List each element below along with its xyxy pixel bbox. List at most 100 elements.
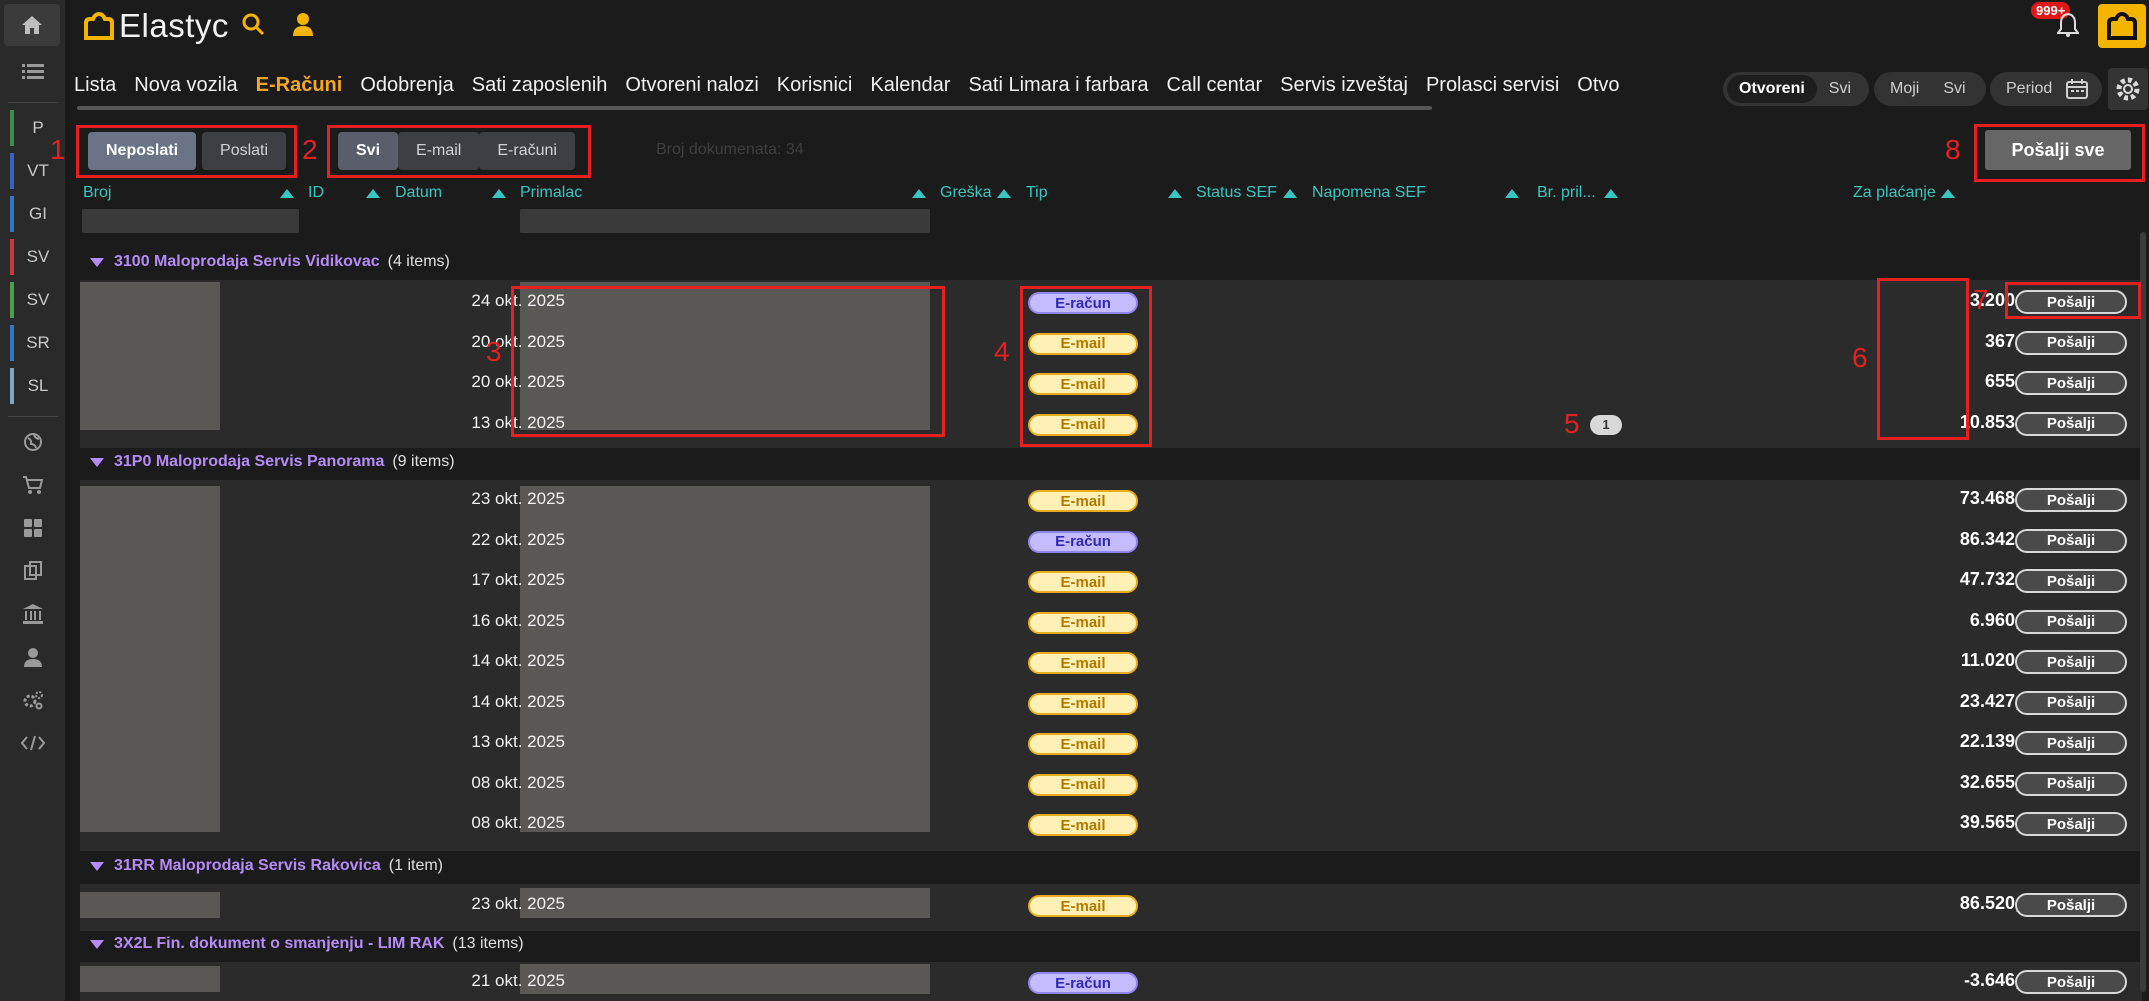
group-header[interactable]: 31RR Maloprodaja Servis Rakovica (1 item) [80, 848, 2142, 884]
status-filter-all[interactable]: Svi [1817, 75, 1863, 103]
module-gi-2[interactable]: GI [10, 196, 62, 232]
send-button[interactable]: Pošalji [2015, 411, 2127, 436]
nav-item-11[interactable]: Prolasci servisi [1417, 74, 1568, 97]
sort-sef-note-icon[interactable] [1505, 189, 1519, 198]
sort-number-icon[interactable] [280, 189, 294, 198]
sort-recipient-icon[interactable] [912, 189, 926, 198]
nav-item-6[interactable]: Korisnici [768, 74, 862, 97]
sort-sef-status-icon[interactable] [1283, 189, 1297, 198]
table-row[interactable]: 13 okt. 2025 E-mail 22.139,63 Pošalji [80, 723, 2142, 763]
table-row[interactable]: 08 okt. 2025 E-mail 39.565,00 Pošalji [80, 804, 2142, 844]
caret-down-icon[interactable] [90, 257, 104, 267]
col-error[interactable]: Greška [940, 184, 992, 202]
nav-item-5[interactable]: Otvoreni nalozi [616, 74, 767, 97]
col-attachments[interactable]: Br. pril... [1537, 184, 1596, 202]
table-row[interactable]: 08 okt. 2025 E-mail 32.655,00 Pošalji [80, 764, 2142, 804]
type-einvoice-button[interactable]: E-računi [479, 132, 575, 170]
recipient-filter-input[interactable] [520, 209, 930, 233]
send-button[interactable]: Pošalji [2015, 528, 2127, 553]
table-row[interactable]: 22 okt. 2025 E-račun 86.342,93 Pošalji [80, 521, 2142, 561]
nav-item-3[interactable]: Odobrenja [351, 74, 462, 97]
nav-scrollbar[interactable] [77, 106, 1432, 110]
search-button[interactable] [241, 12, 265, 41]
table-row[interactable]: 20 okt. 2025 E-mail 655,38 Pošalji [80, 363, 2142, 403]
col-type[interactable]: Tip [1026, 184, 1048, 202]
send-button[interactable]: Pošalji [2015, 893, 2127, 917]
home-button[interactable] [4, 4, 60, 46]
send-button[interactable]: Pošalji [2015, 970, 2127, 994]
caret-down-icon[interactable] [90, 457, 104, 467]
caret-down-icon[interactable] [90, 861, 104, 871]
unsent-button[interactable]: Neposlati [88, 132, 197, 170]
col-sef-status[interactable]: Status SEF [1196, 184, 1277, 202]
col-amount[interactable]: Za plaćanje [1853, 184, 1936, 202]
module-sl-6[interactable]: SL [10, 368, 62, 404]
number-filter-input[interactable] [82, 209, 299, 233]
owner-filter-mine[interactable]: Moji [1878, 75, 1931, 103]
notifications-button[interactable] [2056, 12, 2080, 43]
nav-item-1[interactable]: Nova vozila [125, 74, 246, 97]
col-number[interactable]: Broj [83, 184, 111, 202]
code-nav[interactable] [0, 723, 65, 763]
table-row[interactable]: 23 okt. 2025 E-mail 73.468,39 Pošalji [80, 480, 2142, 520]
sort-id-icon[interactable] [366, 189, 380, 198]
send-button[interactable]: Pošalji [2015, 371, 2127, 395]
send-button[interactable]: Pošalji [2015, 330, 2127, 355]
status-filter-open[interactable]: Otvoreni [1727, 75, 1817, 103]
col-recipient[interactable]: Primalac [520, 184, 582, 202]
table-row[interactable]: 13 okt. 2025 E-mail 10.853,65 Pošalji 1 [80, 404, 2142, 444]
table-row[interactable]: 21 okt. 2025 E-račun -3.646,48 Pošalji [80, 962, 2142, 1001]
owner-filter-all[interactable]: Svi [1931, 75, 1977, 103]
sort-attachments-icon[interactable] [1604, 189, 1618, 198]
table-row[interactable]: 24 okt. 2025 E-račun 3.200,30 Pošalji [80, 282, 2142, 322]
sort-error-icon[interactable] [997, 189, 1011, 198]
type-email-button[interactable]: E-mail [398, 132, 480, 170]
group-header[interactable]: 31P0 Maloprodaja Servis Panorama (9 items… [80, 444, 2142, 480]
module-sv-4[interactable]: SV [10, 282, 62, 318]
nav-item-10[interactable]: Servis izveštaj [1271, 74, 1417, 97]
send-button[interactable]: Pošalji [2015, 650, 2127, 674]
brand-menu-button[interactable] [2098, 4, 2146, 48]
nav-item-9[interactable]: Call centar [1158, 74, 1272, 97]
nav-item-8[interactable]: Sati Limara i farbara [959, 74, 1157, 97]
send-button[interactable]: Pošalji [2015, 290, 2127, 314]
documents-nav[interactable] [0, 551, 65, 591]
sort-date-icon[interactable] [492, 189, 506, 198]
table-row[interactable]: 20 okt. 2025 E-mail 367,57 Pošalji [80, 323, 2142, 363]
col-id[interactable]: ID [308, 184, 324, 202]
send-button[interactable]: Pošalji [2015, 488, 2127, 512]
nav-item-12[interactable]: Otvo [1568, 74, 1628, 97]
attachment-count-badge[interactable]: 1 [1590, 414, 1622, 435]
globe-nav[interactable] [0, 422, 65, 462]
nav-item-0[interactable]: Lista [65, 74, 125, 97]
module-sv-3[interactable]: SV [10, 239, 62, 275]
type-all-button[interactable]: Svi [338, 132, 399, 170]
col-date[interactable]: Datum [395, 184, 442, 202]
caret-down-icon[interactable] [90, 939, 104, 949]
send-button[interactable]: Pošalji [2015, 609, 2127, 634]
settings-button[interactable] [2108, 68, 2148, 110]
table-row[interactable]: 17 okt. 2025 E-mail 47.732,50 Pošalji [80, 561, 2142, 601]
send-all-button[interactable]: Pošalji sve [1985, 130, 2131, 170]
sent-button[interactable]: Poslati [202, 132, 287, 170]
table-scrollbar[interactable] [2140, 232, 2146, 992]
app-logo[interactable]: Elastyc [83, 6, 229, 46]
nav-item-7[interactable]: Kalendar [861, 74, 959, 97]
user-nav[interactable] [0, 637, 65, 677]
sort-type-icon[interactable] [1168, 189, 1182, 198]
sort-amount-icon[interactable] [1941, 189, 1955, 198]
group-header[interactable]: 3X2L Fin. dokument o smanjenju - LIM RAK… [80, 926, 2142, 962]
bank-nav[interactable] [0, 594, 65, 634]
table-row[interactable]: 14 okt. 2025 E-mail 11.020,01 Pošalji [80, 642, 2142, 682]
send-button[interactable]: Pošalji [2015, 771, 2127, 796]
list-menu-button[interactable] [0, 52, 65, 92]
col-sef-note[interactable]: Napomena SEF [1312, 184, 1426, 202]
account-button[interactable] [291, 12, 315, 41]
send-button[interactable]: Pošalji [2015, 812, 2127, 836]
module-sr-5[interactable]: SR [10, 325, 62, 361]
table-row[interactable]: 23 okt. 2025 E-mail 86.520,14 Pošalji [80, 885, 2142, 925]
table-row[interactable]: 16 okt. 2025 E-mail 6.960,00 Pošalji [80, 602, 2142, 642]
table-row[interactable]: 14 okt. 2025 E-mail 23.427,98 Pošalji [80, 683, 2142, 723]
period-filter[interactable]: Period [1990, 72, 2102, 106]
settings-nav[interactable] [0, 680, 65, 720]
